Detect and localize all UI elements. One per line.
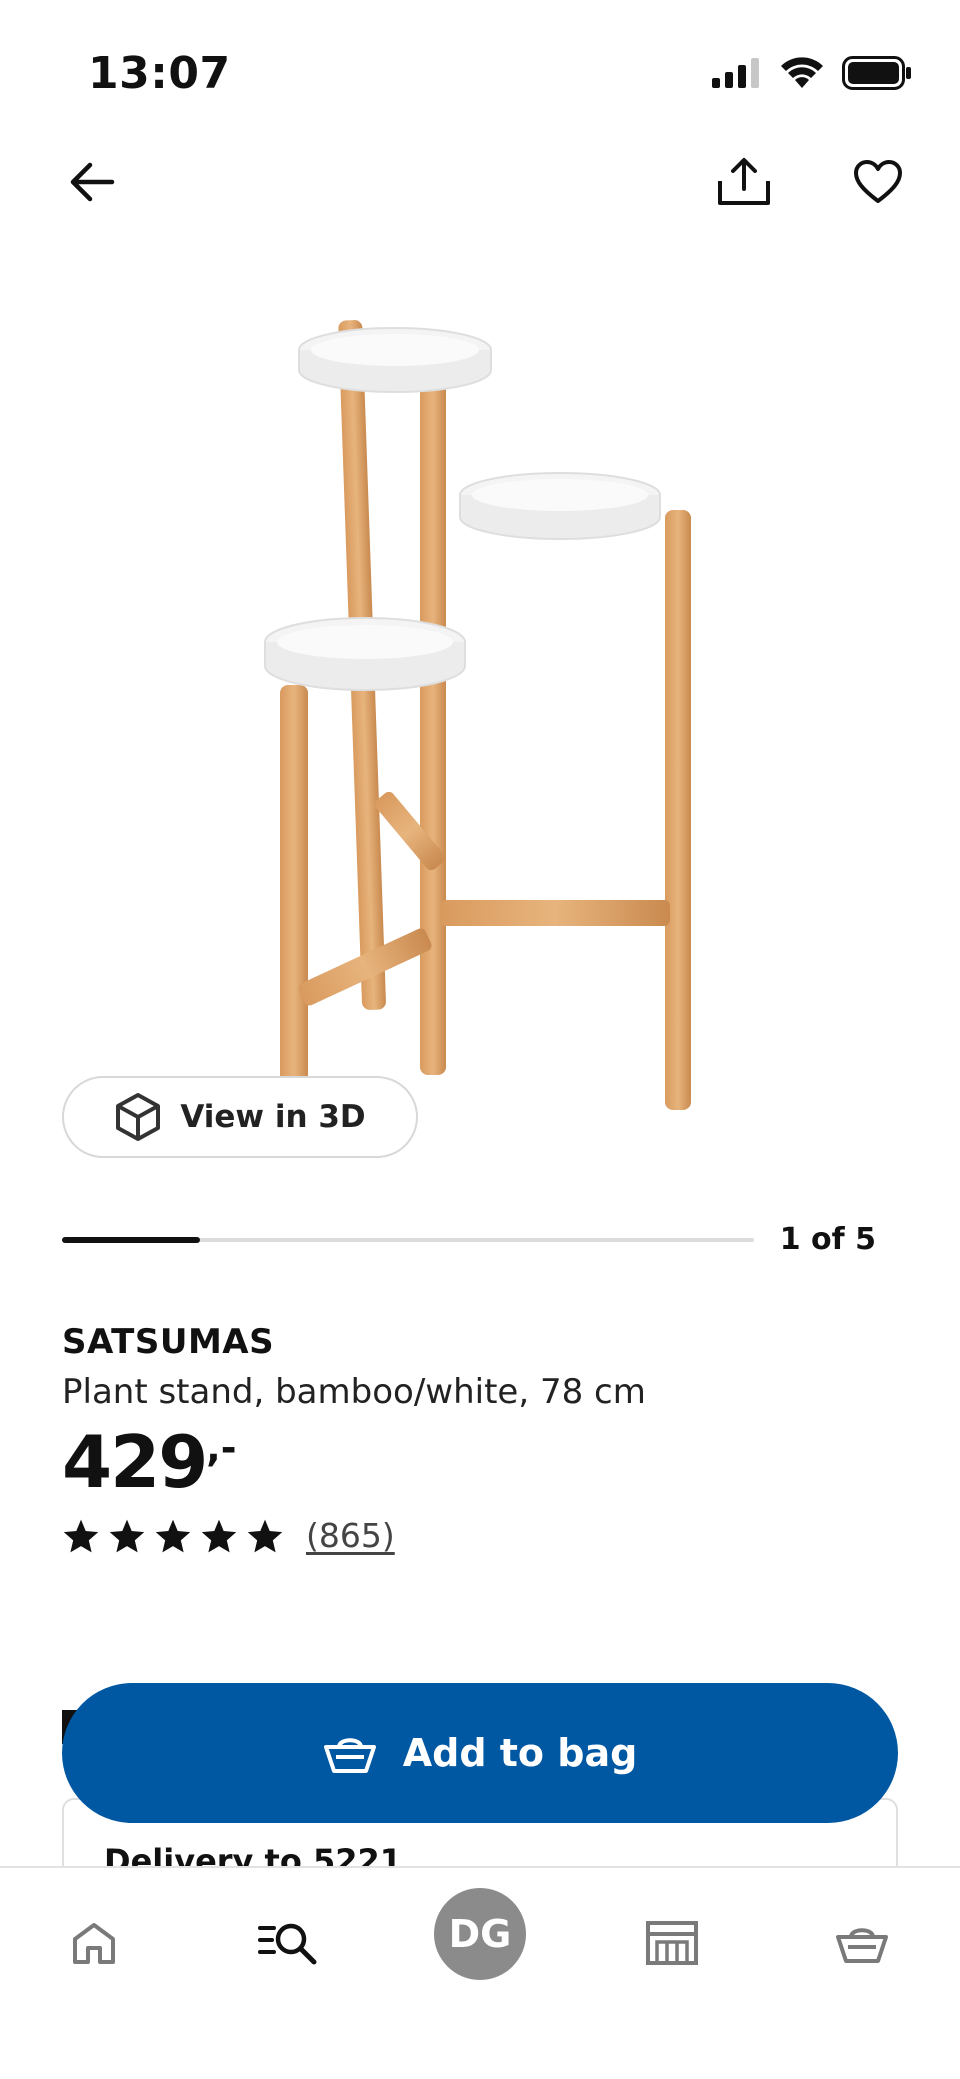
share-icon [718, 158, 770, 205]
share-button[interactable] [704, 142, 784, 222]
basket-icon [836, 1928, 888, 1963]
status-icons [712, 56, 912, 90]
product-name: SATSUMAS [62, 1322, 275, 1362]
status-time: 13:07 [88, 48, 231, 99]
bottom-navigation: DG [0, 1866, 960, 2079]
cube-icon [116, 1093, 161, 1141]
review-count-link[interactable]: (865) [306, 1516, 395, 1555]
product-description: Plant stand, bamboo/white, 78 cm [62, 1372, 646, 1412]
arrow-left-icon [70, 162, 115, 202]
back-button[interactable] [52, 142, 132, 222]
product-price: 429 ,- [62, 1420, 237, 1504]
favorite-button[interactable] [838, 142, 918, 222]
view-in-3d-label: View in 3D [180, 1099, 366, 1135]
tab-basket[interactable] [812, 1898, 912, 1988]
star-icon [109, 1519, 145, 1552]
price-value: 429 [62, 1420, 208, 1504]
basket-icon [323, 1738, 376, 1773]
carousel-page-count: 1 of 5 [779, 1222, 876, 1257]
store-icon [646, 1921, 698, 1965]
home-icon [73, 1923, 115, 1964]
product-image[interactable] [200, 300, 760, 1120]
add-to-bag-button[interactable]: Add to bag [62, 1683, 898, 1823]
tab-store[interactable] [622, 1898, 722, 1988]
carousel-progress [62, 1237, 754, 1243]
tab-profile-avatar[interactable]: DG [434, 1888, 526, 1980]
star-icon [247, 1519, 283, 1552]
tab-home[interactable] [44, 1898, 144, 1988]
tab-search[interactable] [238, 1898, 338, 1988]
star-icon [201, 1519, 237, 1552]
heart-icon [854, 160, 902, 203]
carousel-progress-fill [62, 1237, 201, 1243]
star-icon [155, 1519, 191, 1552]
star-icon [63, 1519, 99, 1552]
price-suffix: ,- [206, 1426, 237, 1470]
battery-icon [842, 56, 911, 90]
search-icon [258, 1923, 317, 1965]
signal-icon [712, 58, 759, 88]
add-to-bag-label: Add to bag [402, 1731, 638, 1775]
wifi-icon [781, 57, 823, 88]
product-rating[interactable]: (865) [62, 1516, 395, 1555]
view-in-3d-button[interactable]: View in 3D [62, 1076, 418, 1158]
